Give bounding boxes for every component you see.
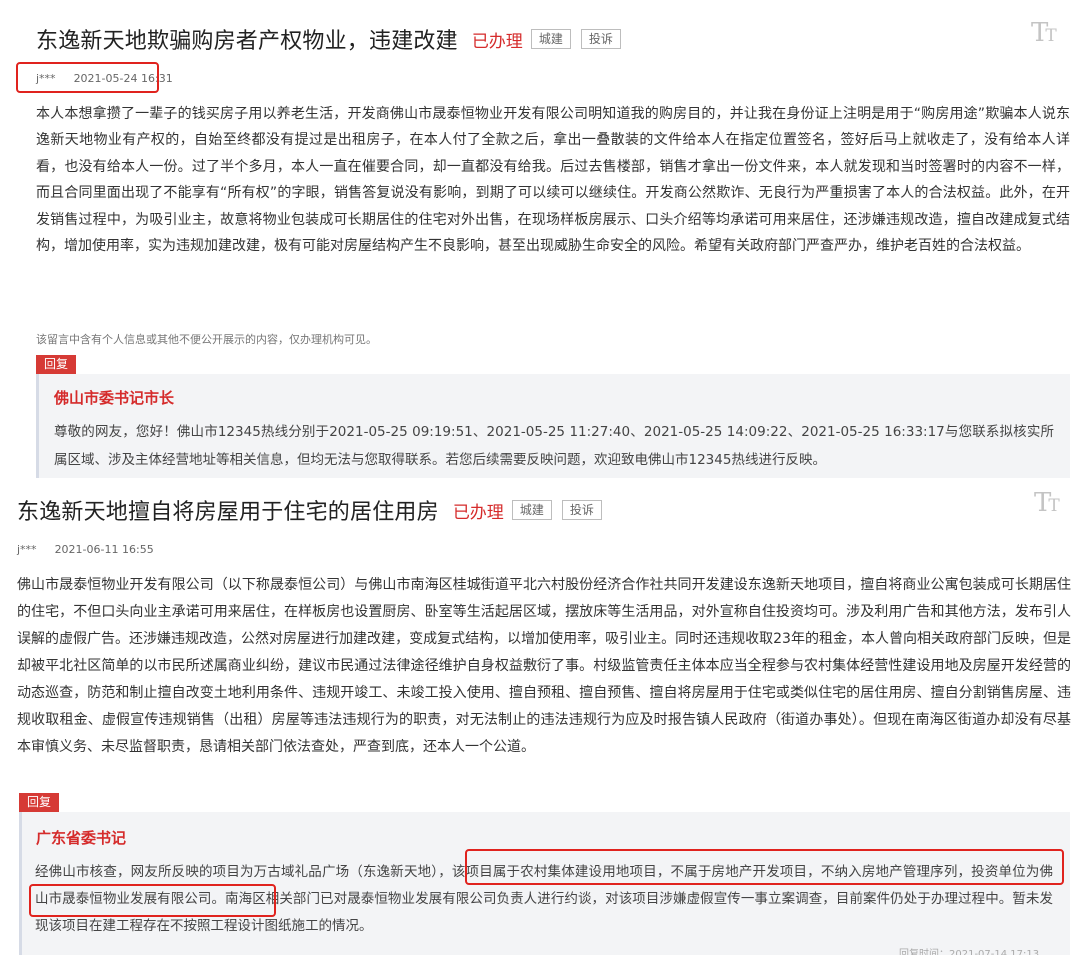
replier-name: 佛山市委书记市长 (54, 389, 175, 407)
type-tag[interactable]: 投诉 (580, 29, 621, 49)
font-size-icon[interactable]: TT (1034, 488, 1060, 518)
post-date: 2021-06-11 16:55 (54, 543, 154, 556)
category-tag[interactable]: 城建 (511, 500, 552, 520)
reply-box: 佛山市委书记市长 尊敬的网友，您好！佛山市12345热线分别于2021-05-2… (36, 374, 1070, 478)
status-label: 已办理 (452, 502, 504, 523)
post-content: 本人本想拿攒了一辈子的钱买房子用以养老生活，开发商佛山市晟泰恒物业开发有限公司明… (36, 106, 1070, 255)
reply-text: 尊敬的网友，您好！佛山市12345热线分别于2021-05-25 09:19:5… (54, 424, 1054, 468)
post-meta: j*** 2021-06-11 16:55 (17, 543, 154, 556)
reply-badge: 回复 (19, 793, 60, 812)
post-content: 佛山市晟泰恒物业开发有限公司（以下称晟泰恒公司）与佛山市南海区桂城街道平北六村股… (17, 577, 1071, 755)
reply-accent-bar (36, 374, 39, 478)
reply-time: 回复时间：2021-07-14 17:13 (899, 949, 1040, 955)
font-size-icon[interactable]: TT (1031, 18, 1057, 48)
highlight-box (16, 62, 159, 93)
username: j*** (17, 543, 37, 556)
highlight-box (465, 849, 1064, 885)
reply-badge: 回复 (36, 355, 77, 374)
highlight-box (29, 884, 276, 917)
category-tag[interactable]: 城建 (530, 29, 571, 49)
reply-accent-bar (19, 812, 22, 955)
post-1-panel: 东逸新天地欺骗购房者产权物业，违建改建 已办理 城建 投诉 TT j*** 202… (0, 0, 1080, 478)
status-label: 已办理 (471, 31, 523, 52)
post-2-panel: 东逸新天地擅自将房屋用于住宅的居住用房 已办理 城建 投诉 TT j*** 202… (0, 478, 1080, 955)
type-tag[interactable]: 投诉 (561, 500, 602, 520)
post-1-title-row: 东逸新天地欺骗购房者产权物业，违建改建 已办理 城建 投诉 (36, 23, 621, 55)
post-title: 东逸新天地擅自将房屋用于住宅的居住用房 (17, 500, 439, 525)
post-title: 东逸新天地欺骗购房者产权物业，违建改建 (36, 29, 458, 54)
post-2-title-row: 东逸新天地擅自将房屋用于住宅的居住用房 已办理 城建 投诉 (17, 494, 602, 526)
replier-name: 广东省委书记 (36, 829, 127, 847)
privacy-note: 该留言中含有个人信息或其他不便公开展示的内容，仅办理机构可见。 (36, 333, 377, 346)
